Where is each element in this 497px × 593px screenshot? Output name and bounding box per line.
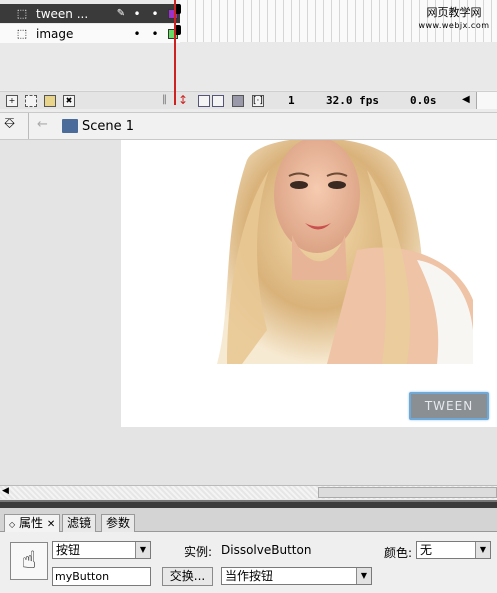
- tab-label: 滤镜: [67, 516, 92, 530]
- lock-dot[interactable]: •: [146, 7, 164, 21]
- portrait-photo: [217, 140, 473, 364]
- track-as-select[interactable]: 当作按钮 ▼: [221, 567, 372, 585]
- watermark-url: www.webjx.com: [418, 21, 490, 30]
- timeline-status-bar: + ✖ ‖ ↕ [·] 1 32.0 fps 0.0s ◀: [0, 91, 497, 109]
- onion-markers-icon[interactable]: [·]: [252, 95, 264, 107]
- insert-layer-icon[interactable]: +: [6, 95, 18, 107]
- tab-properties[interactable]: ◇ 属性 ✕: [4, 514, 61, 532]
- color-label: 颜色:: [384, 546, 413, 560]
- color-effect-select[interactable]: 无 ▼: [416, 541, 491, 559]
- scene-breadcrumb[interactable]: Scene 1: [82, 119, 134, 134]
- fps-readout[interactable]: 32.0 fps: [326, 94, 379, 107]
- close-icon[interactable]: ✕: [47, 519, 55, 530]
- center-frame-icon[interactable]: ↕: [178, 93, 188, 107]
- scroll-left-arrow-icon[interactable]: ◀: [2, 486, 9, 496]
- lock-dot[interactable]: •: [146, 27, 164, 41]
- edit-bar: ⎑ ← Scene 1: [0, 112, 497, 140]
- layer-row-image[interactable]: ⬚ image • •: [0, 24, 180, 43]
- layer-icon: ⬚: [16, 6, 28, 20]
- watermark: 网页教学网 www.webjx.com: [414, 6, 494, 32]
- back-arrow-icon[interactable]: ←: [37, 117, 48, 132]
- elapsed-time-readout: 0.0s: [410, 94, 437, 107]
- stage[interactable]: [121, 140, 497, 427]
- instance-symbol-name: DissolveButton: [221, 543, 312, 557]
- symbol-type-select[interactable]: 按钮 ▼: [52, 541, 151, 559]
- layer-name: tween ...: [36, 6, 89, 21]
- swap-button-label: 交换...: [169, 569, 206, 583]
- layer-icon: ⬚: [16, 26, 28, 40]
- tab-filters[interactable]: 滤镜: [62, 514, 97, 532]
- panel-tabs: ◇ 属性 ✕ 滤镜 参数: [0, 508, 497, 532]
- track-as-value: 当作按钮: [225, 569, 274, 583]
- visibility-dot[interactable]: •: [128, 27, 146, 41]
- resize-grip-icon[interactable]: ‖: [162, 94, 167, 105]
- panel-divider[interactable]: [0, 500, 497, 508]
- color-effect-value: 无: [420, 543, 433, 557]
- chevron-down-icon[interactable]: ▼: [475, 542, 490, 558]
- properties-panel: ☝ 按钮 ▼ 实例: DissolveButton 颜色: 无 ▼ 交换... …: [0, 532, 497, 593]
- trash-icon[interactable]: ✖: [63, 95, 75, 107]
- swap-button[interactable]: 交换...: [162, 567, 213, 586]
- button-symbol-icon: ☝: [10, 542, 48, 580]
- tween-button-instance[interactable]: TWEEN: [409, 392, 489, 420]
- timeline-panel: ⬚ tween ... ✎ • • ⬚ image • • 网页教学网 www.…: [0, 0, 497, 90]
- tween-button-label: TWEEN: [424, 399, 474, 413]
- timeline-toggle-icon[interactable]: ⎑: [4, 116, 15, 132]
- layer-name: image: [36, 26, 74, 41]
- edit-multiple-frames-icon[interactable]: [232, 95, 244, 107]
- scene-clapper-icon: [62, 119, 78, 133]
- tab-parameters[interactable]: 参数: [101, 514, 136, 532]
- current-frame-readout: 1: [288, 94, 295, 107]
- playhead-line[interactable]: [174, 0, 176, 105]
- layer-row-tween[interactable]: ⬚ tween ... ✎ • •: [0, 4, 180, 23]
- watermark-title: 网页教学网: [426, 6, 482, 19]
- onion-skin-icon[interactable]: [198, 95, 210, 107]
- chevron-down-icon[interactable]: ▼: [135, 542, 150, 558]
- symbol-type-value: 按钮: [56, 543, 81, 557]
- onion-outline-icon[interactable]: [212, 95, 224, 107]
- timeline-hscroll-thumb[interactable]: [476, 92, 497, 109]
- collapse-icon[interactable]: ◇: [9, 520, 15, 529]
- instance-name-input[interactable]: [52, 567, 151, 586]
- insert-folder-icon[interactable]: [44, 95, 56, 107]
- add-guide-layer-icon[interactable]: [25, 95, 37, 107]
- instance-label: 实例:: [184, 545, 213, 559]
- pencil-icon: ✎: [116, 8, 126, 19]
- tab-label: 属性: [18, 516, 43, 530]
- tab-label: 参数: [106, 516, 131, 530]
- chevron-down-icon[interactable]: ▼: [356, 568, 371, 584]
- stage-hscroll-thumb[interactable]: [318, 487, 497, 498]
- separator: [28, 113, 29, 139]
- visibility-dot[interactable]: •: [128, 7, 146, 21]
- scroll-left-arrow-icon[interactable]: ◀: [462, 94, 470, 105]
